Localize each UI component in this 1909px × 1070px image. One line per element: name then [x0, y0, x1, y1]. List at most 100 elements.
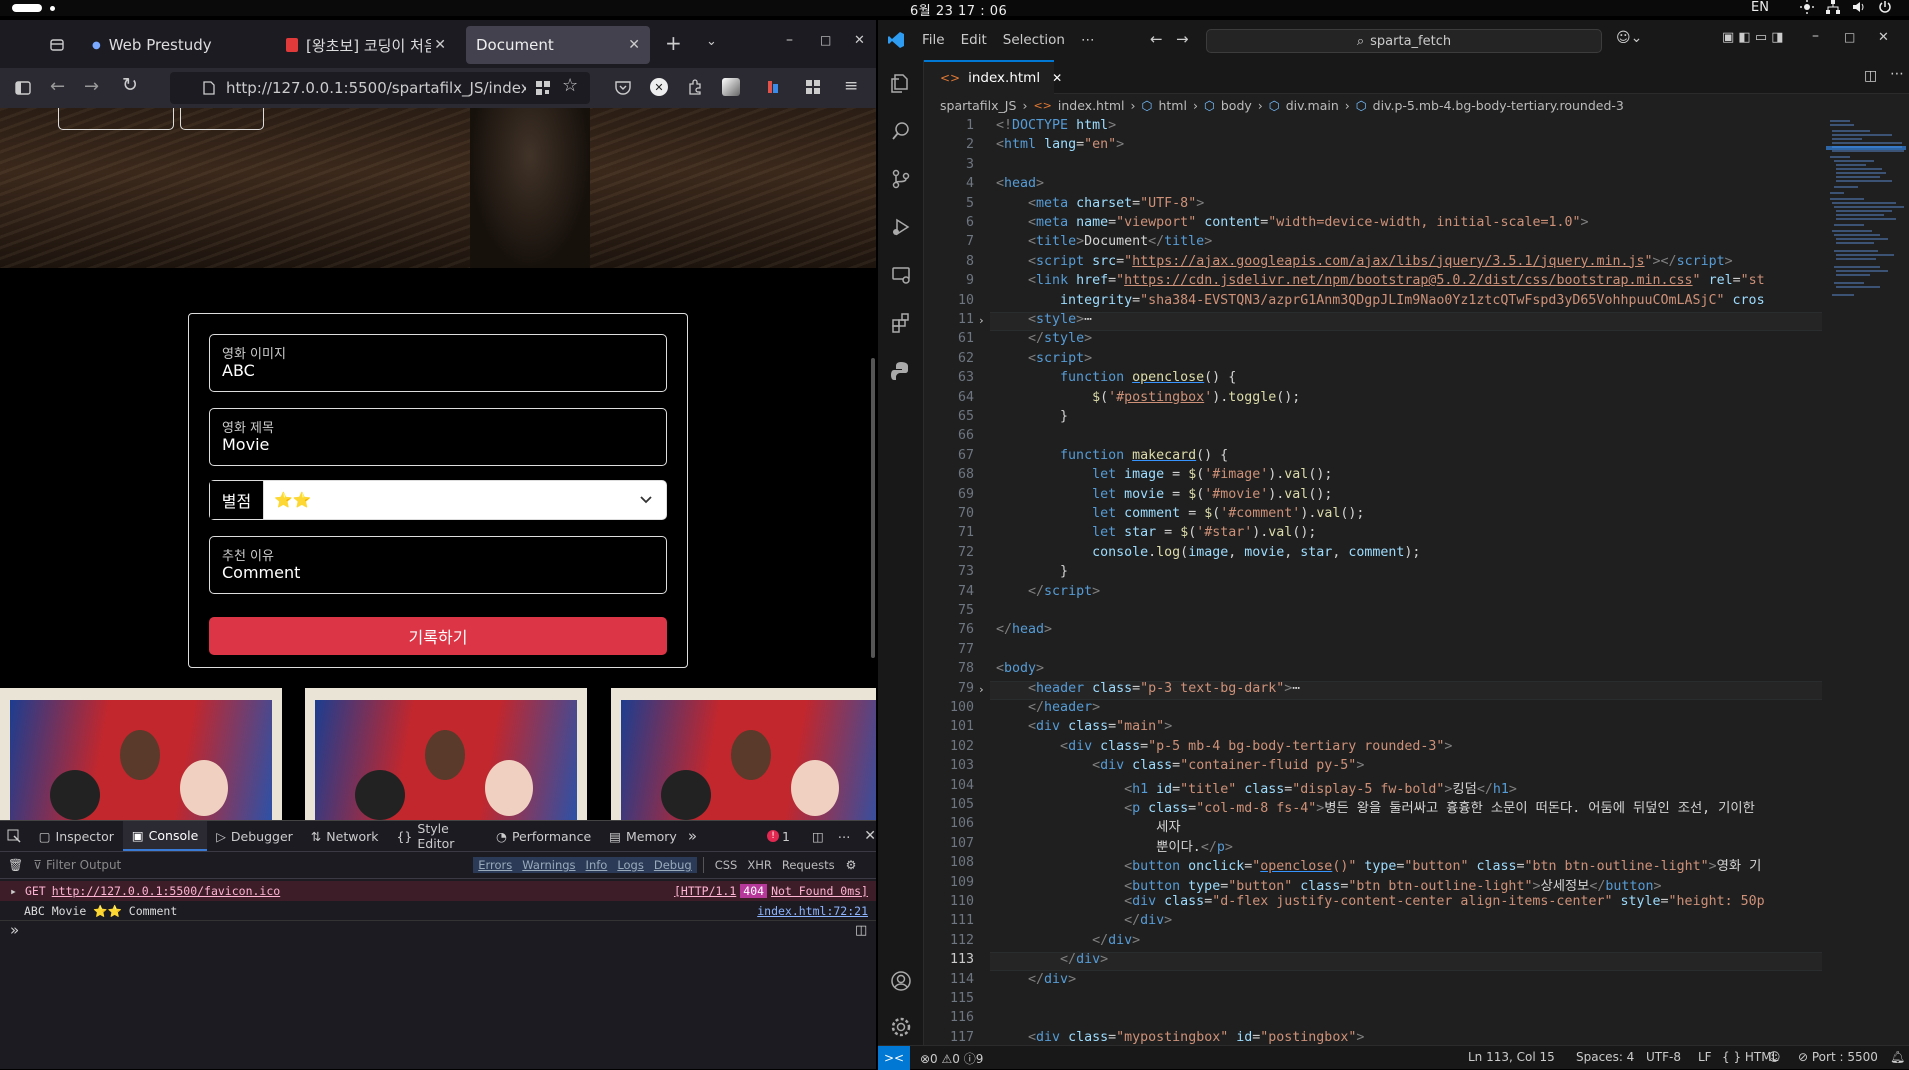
- console-prompt-icon[interactable]: »: [10, 921, 19, 939]
- layout-icons[interactable]: ▣ ◧ ▭ ◨: [1722, 30, 1784, 45]
- dock-side-icon[interactable]: ◫: [812, 829, 824, 844]
- code-line[interactable]: </script>: [996, 584, 1100, 599]
- breadcrumb-html[interactable]: html: [1158, 98, 1186, 113]
- address-bar[interactable]: http://127.0.0.1:5500/spartafilx_JS/inde…: [170, 72, 590, 104]
- filter-logs[interactable]: Logs: [612, 857, 649, 873]
- list-all-tabs-icon[interactable]: ⌄: [706, 34, 717, 49]
- code-line[interactable]: </header>: [996, 700, 1100, 715]
- code-line[interactable]: <title>Document</title>: [996, 234, 1212, 249]
- filter-errors[interactable]: Errors: [473, 857, 518, 873]
- copilot-icon[interactable]: ☺⌄: [1616, 30, 1642, 46]
- code-line[interactable]: <button type="button" class="btn btn-out…: [996, 875, 1661, 894]
- cursor-position[interactable]: Ln 113, Col 15: [1468, 1050, 1555, 1064]
- code-line[interactable]: let comment = $('#comment').val();: [996, 506, 1364, 521]
- indentation[interactable]: Spaces: 4: [1576, 1050, 1634, 1064]
- remote-explorer-icon[interactable]: [878, 252, 924, 298]
- trash-icon[interactable]: 🗑: [8, 858, 23, 872]
- screenshot-extension-icon[interactable]: [722, 78, 740, 96]
- line-endings[interactable]: LF: [1698, 1050, 1712, 1064]
- color-picker-icon[interactable]: [764, 78, 782, 96]
- system-clock[interactable]: 6월 23 17 : 06: [910, 0, 1007, 19]
- fold-chevron-icon[interactable]: ›: [978, 683, 985, 696]
- code-line[interactable]: <button onclick="openclose()" type="butt…: [996, 855, 1761, 874]
- tab-document[interactable]: Document ✕: [466, 26, 650, 64]
- maximize-icon[interactable]: □: [1844, 30, 1855, 44]
- run-debug-icon[interactable]: [878, 204, 924, 250]
- expand-icon[interactable]: ▸: [10, 884, 17, 898]
- code-line[interactable]: <header class="p-3 text-bg-dark">⋯: [996, 681, 1300, 696]
- editor-mode-icon[interactable]: ◫: [855, 923, 867, 938]
- console-error-row[interactable]: ▸ GET http://127.0.0.1:5500/favicon.ico …: [0, 881, 876, 901]
- code-line[interactable]: <meta charset="UTF-8">: [996, 196, 1204, 211]
- close-window-icon[interactable]: ✕: [854, 33, 865, 48]
- source-control-icon[interactable]: [878, 156, 924, 202]
- code-line[interactable]: <script>: [996, 351, 1092, 366]
- code-line[interactable]: <div class="container-fluid py-5">: [996, 758, 1364, 773]
- qr-code-icon[interactable]: [534, 79, 552, 97]
- menu-edit[interactable]: Edit: [961, 32, 987, 48]
- breadcrumb-div-main[interactable]: div.main: [1286, 98, 1339, 113]
- breadcrumb-div-p5[interactable]: div.p-5.mb-4.bg-body-tertiary.rounded-3: [1373, 98, 1624, 113]
- code-line[interactable]: }: [996, 564, 1068, 579]
- firefox-view-icon[interactable]: [48, 36, 66, 54]
- details-button[interactable]: [180, 108, 264, 130]
- code-line[interactable]: </div>: [996, 972, 1076, 987]
- title-field[interactable]: 영화 제목 Movie: [209, 408, 667, 466]
- code-line[interactable]: }: [996, 409, 1068, 424]
- minimize-icon[interactable]: –: [1812, 28, 1819, 44]
- more-tabs-icon[interactable]: »: [688, 827, 697, 845]
- code-line[interactable]: <div class="mypostingbox" id="postingbox…: [996, 1030, 1364, 1045]
- code-line[interactable]: let star = $('#star').val();: [996, 525, 1316, 540]
- live-server-port[interactable]: ⊘ Port : 5500: [1798, 1050, 1878, 1064]
- forward-icon[interactable]: →: [1176, 30, 1189, 48]
- minimize-icon[interactable]: –: [786, 32, 793, 48]
- pocket-icon[interactable]: [614, 79, 632, 97]
- minimap[interactable]: [1822, 116, 1909, 1045]
- filter-css[interactable]: CSS: [710, 857, 743, 873]
- code-line[interactable]: <div class="p-5 mb-4 bg-body-tertiary ro…: [996, 739, 1452, 754]
- fold-chevron-icon[interactable]: ›: [978, 314, 985, 327]
- tab-inspector[interactable]: ▢ Inspector: [30, 821, 123, 851]
- search-icon[interactable]: [878, 108, 924, 154]
- code-line[interactable]: console.log(image, movie, star, comment)…: [996, 545, 1420, 560]
- breadcrumb-folder[interactable]: spartafilx_JS: [940, 98, 1016, 113]
- copilot-status-icon[interactable]: ☺: [1768, 1050, 1781, 1064]
- page-scrollbar[interactable]: [871, 358, 875, 658]
- code-line[interactable]: <h1 id="title" class="display-5 fw-bold"…: [996, 778, 1517, 797]
- file-encoding[interactable]: UTF-8: [1646, 1050, 1681, 1064]
- code-line[interactable]: <meta name="viewport" content="width=dev…: [996, 215, 1588, 230]
- code-line[interactable]: 뿐이다.</p>: [996, 836, 1233, 855]
- close-tab-icon[interactable]: ✕: [1052, 71, 1062, 85]
- code-line[interactable]: <html lang="en">: [996, 137, 1124, 152]
- code-line[interactable]: </div>: [996, 913, 1172, 928]
- code-line[interactable]: $('#postingbox').toggle();: [996, 390, 1300, 405]
- breadcrumb-file[interactable]: index.html: [1058, 98, 1125, 113]
- submit-button[interactable]: 기록하기: [209, 617, 667, 655]
- movie-card[interactable]: [0, 688, 282, 820]
- tab-console[interactable]: ▣ Console: [122, 821, 208, 851]
- code-line[interactable]: <p class="col-md-8 fs-4">병든 왕을 둘러싸고 흉흉한 …: [996, 797, 1755, 816]
- filter-requests[interactable]: Requests: [777, 857, 840, 873]
- request-url[interactable]: http://127.0.0.1:5500/favicon.ico: [52, 884, 280, 898]
- console-settings-icon[interactable]: ⚙: [846, 858, 857, 872]
- menu-selection[interactable]: Selection: [1003, 32, 1065, 48]
- code-line[interactable]: </style>: [996, 331, 1092, 346]
- code-line[interactable]: 세자: [996, 816, 1180, 835]
- devtools-menu-icon[interactable]: ⋯: [838, 829, 851, 844]
- filter-input[interactable]: ⊽ Filter Output: [33, 858, 473, 872]
- code-line[interactable]: integrity="sha384-EVSTQN3/azprG1Anm3QDgp…: [996, 293, 1765, 308]
- tab-network[interactable]: ⇅ Network: [302, 821, 388, 851]
- filter-xhr[interactable]: XHR: [742, 857, 777, 873]
- pick-element-icon[interactable]: [6, 827, 22, 845]
- extensions-icon[interactable]: [686, 78, 704, 96]
- code-line[interactable]: function makecard() {: [996, 448, 1228, 463]
- editor-tab-index-html[interactable]: <> index.html ✕: [924, 60, 1062, 94]
- code-line[interactable]: <head>: [996, 176, 1044, 191]
- comment-field[interactable]: 추천 이유 Comment: [209, 536, 667, 594]
- accounts-icon[interactable]: [878, 958, 924, 1004]
- close-devtools-icon[interactable]: ✕: [864, 828, 876, 844]
- menu-more[interactable]: ⋯: [1081, 32, 1095, 48]
- tab-style-editor[interactable]: {} Style Editor: [387, 821, 487, 851]
- movie-card[interactable]: [305, 688, 587, 820]
- code-line[interactable]: let movie = $('#movie').val();: [996, 487, 1332, 502]
